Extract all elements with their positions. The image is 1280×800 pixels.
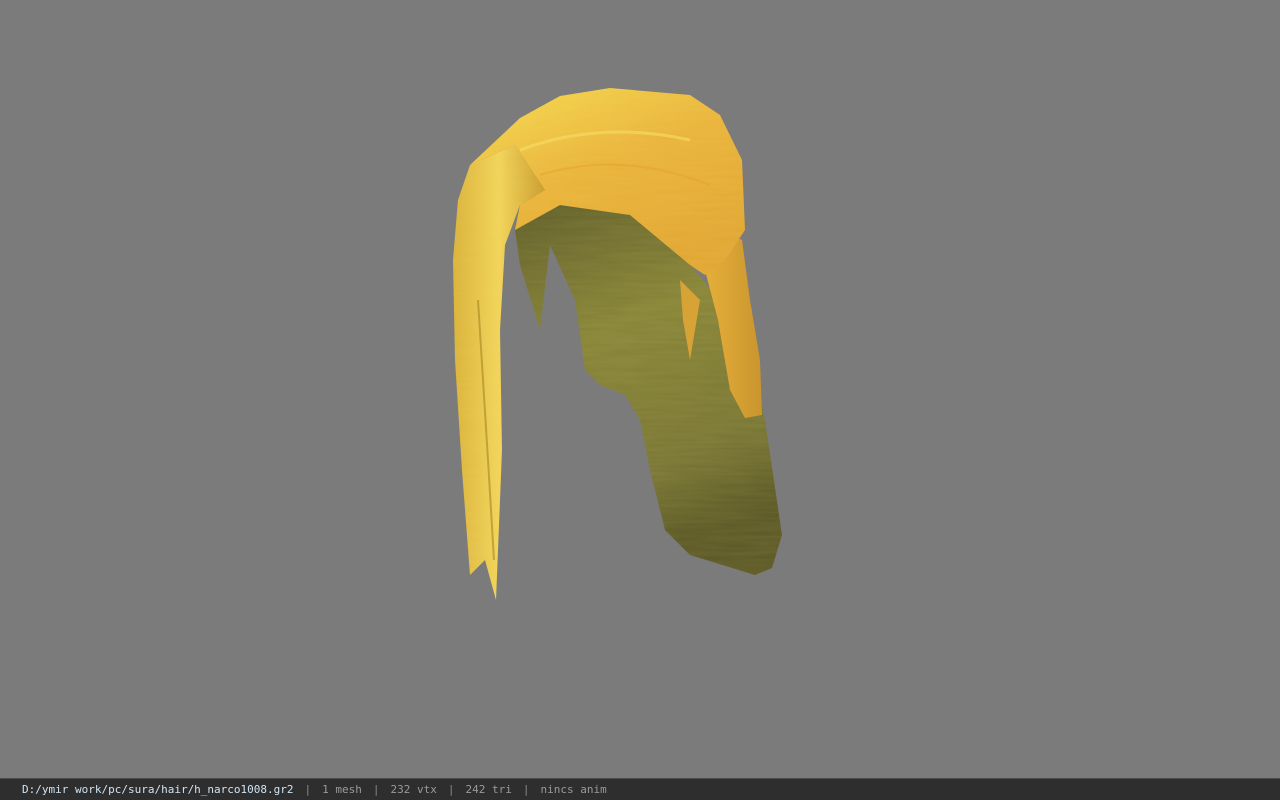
3d-viewport[interactable] [0,0,1280,778]
model-file-path: D:/ymir work/pc/sura/hair/h_narco1008.gr… [22,783,294,796]
mesh-count: 1 mesh [322,783,362,796]
hair-model-render [453,88,782,600]
status-separator: | [372,783,380,796]
status-bar: D:/ymir work/pc/sura/hair/h_narco1008.gr… [0,778,1280,800]
triangle-count: 242 tri [465,783,512,796]
vertex-count: 232 vtx [390,783,437,796]
status-separator: | [447,783,455,796]
animation-status: nincs anim [540,783,607,796]
status-separator: | [304,783,312,796]
status-separator: | [522,783,530,796]
